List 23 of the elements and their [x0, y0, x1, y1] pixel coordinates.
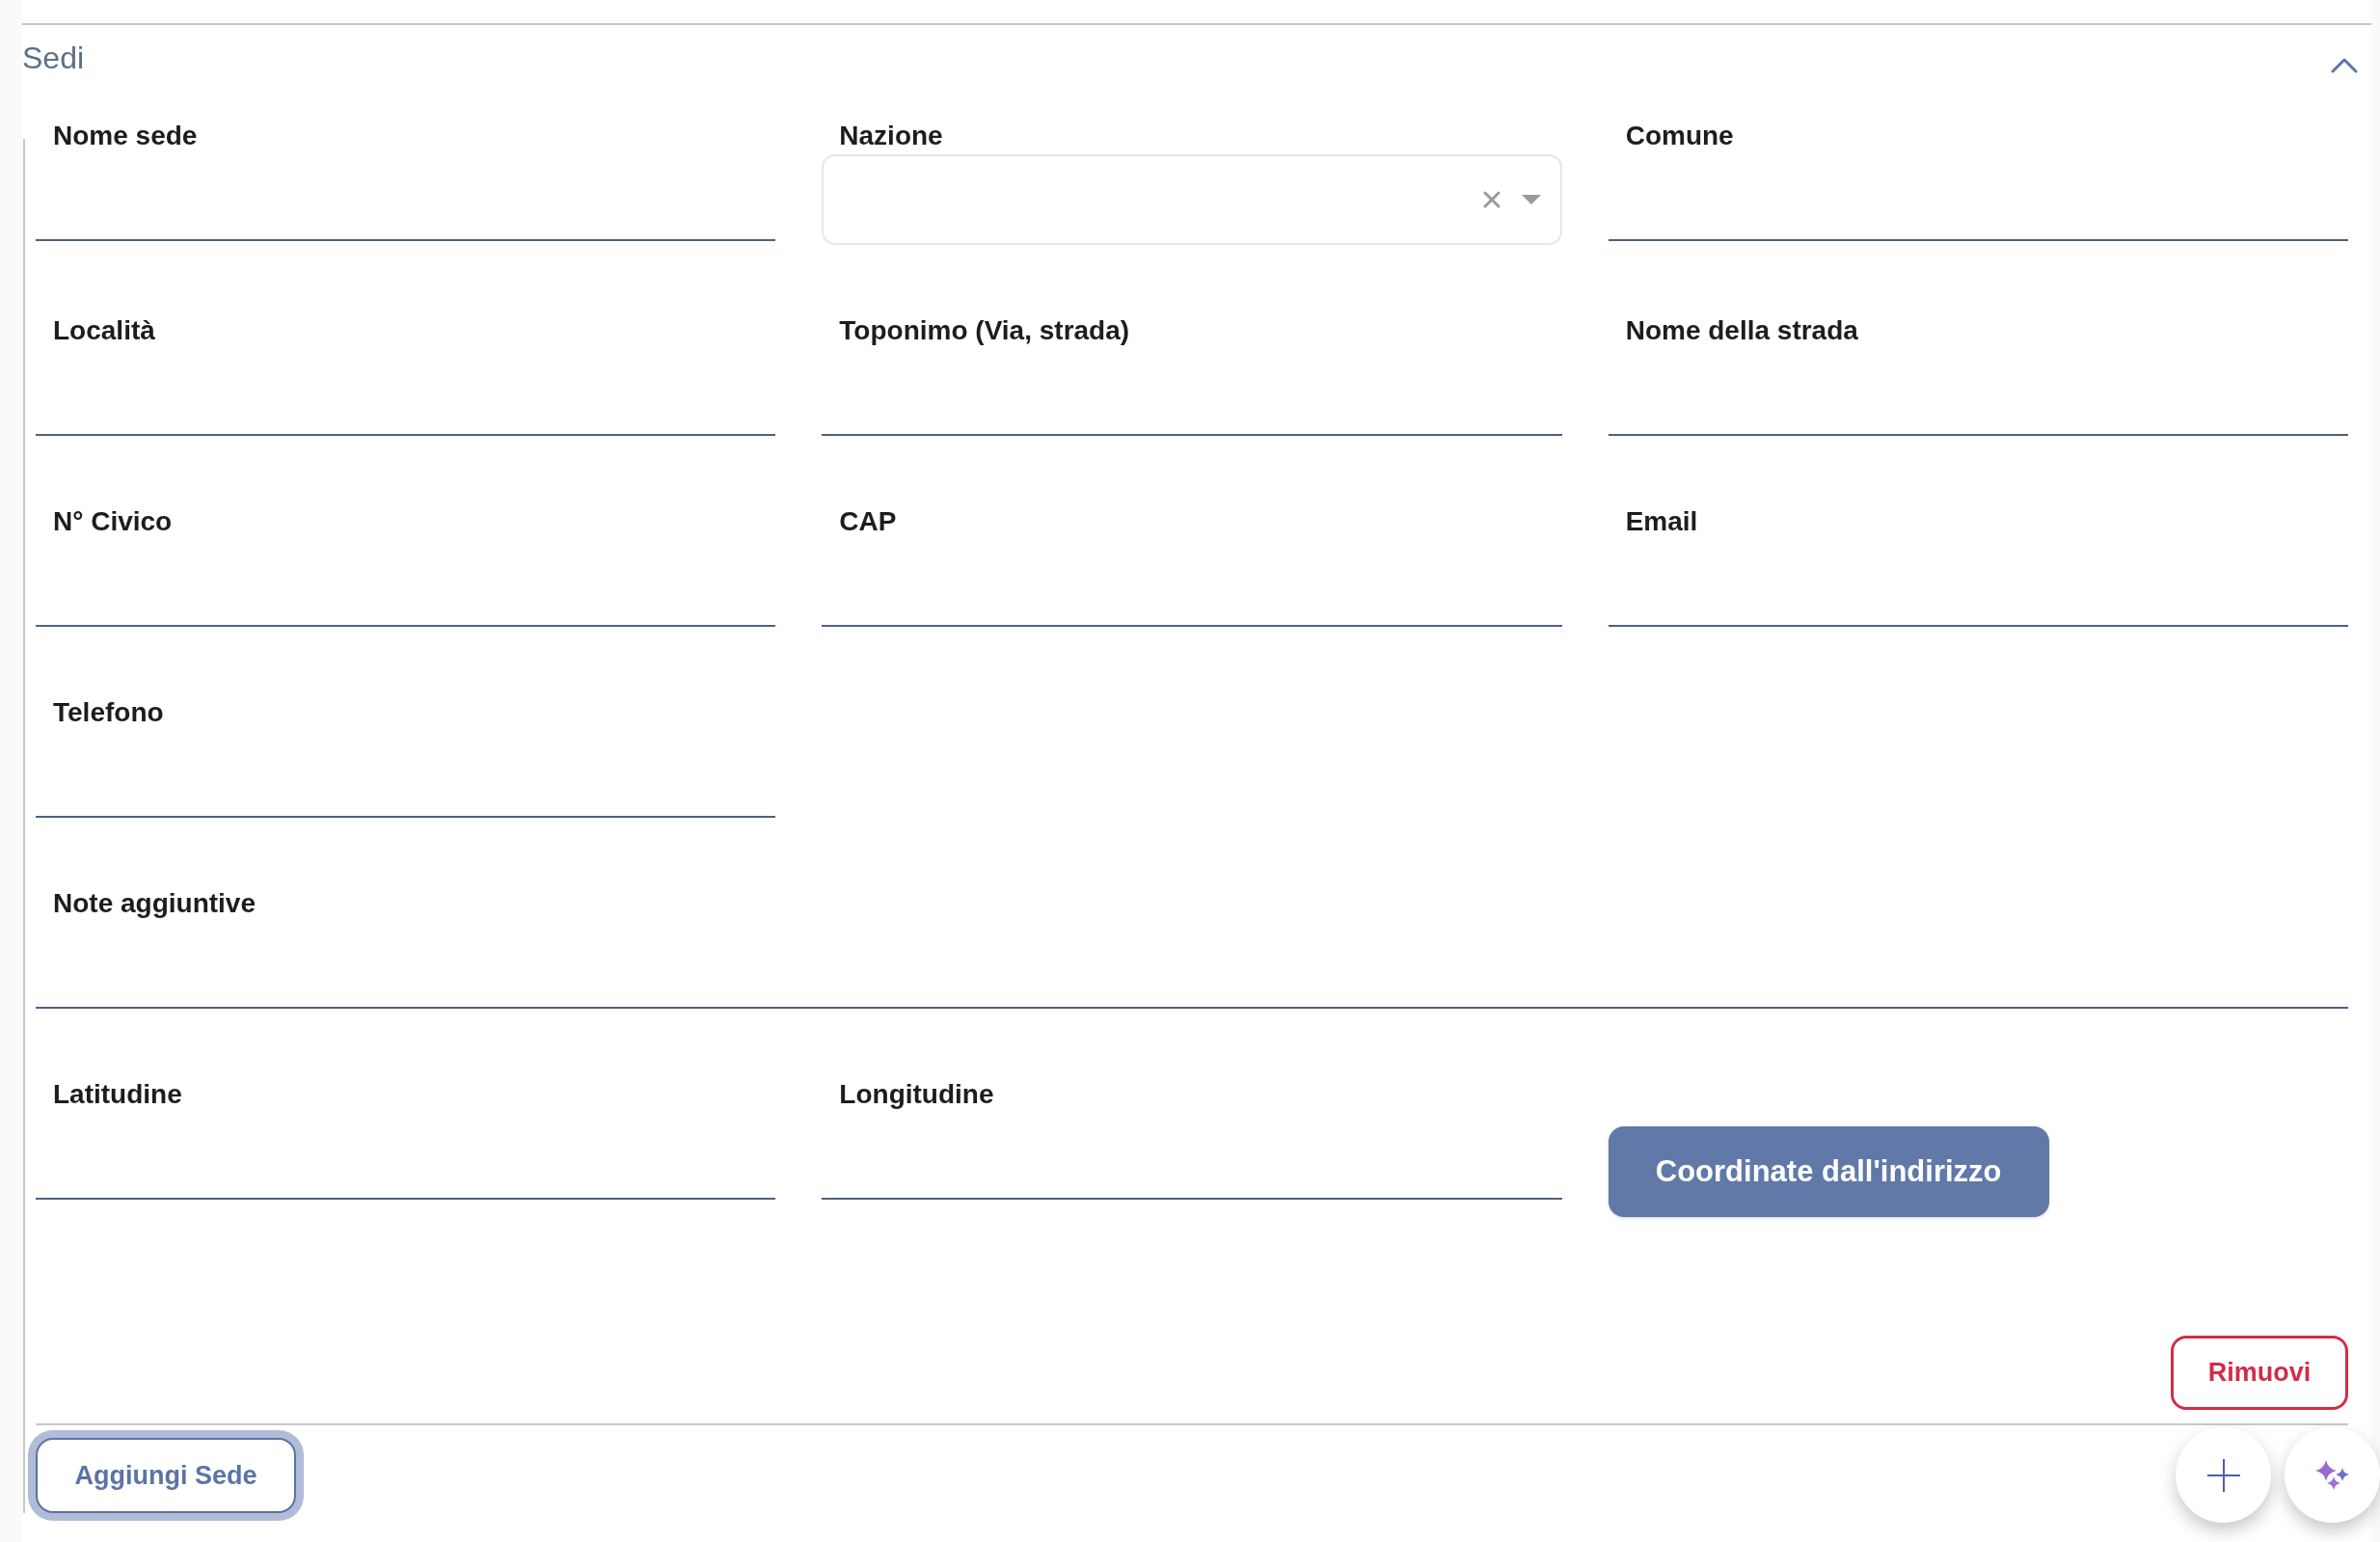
chevron-up-icon [2331, 58, 2358, 73]
collapse-toggle[interactable] [2331, 58, 2358, 73]
sparkle-icon [2314, 1459, 2350, 1491]
field-label: Nome sede [52, 120, 199, 152]
field-label: CAP [838, 505, 898, 538]
section-title: Sedi [22, 40, 85, 77]
remove-button[interactable]: Rimuovi [2171, 1336, 2348, 1410]
select-field[interactable] [822, 154, 1562, 245]
field-label: Telefono [52, 696, 165, 729]
field-label: Nazione [838, 120, 944, 152]
field-label: Comune [1624, 120, 1735, 152]
field-label: Latitudine [52, 1078, 183, 1111]
caret-icon [1521, 195, 1541, 204]
plus-icon [2206, 1458, 2240, 1492]
field-label: Località [52, 314, 156, 347]
coordinates-button[interactable]: Coordinate dall'indirizzo [1608, 1126, 2049, 1217]
field-label: Longitudine [838, 1078, 995, 1111]
field-label: Toponimo (Via, strada) [838, 314, 1131, 347]
field-label: Email [1624, 505, 1699, 538]
clear-icon[interactable] [1482, 191, 1501, 208]
field-label: Nome della strada [1624, 314, 1859, 347]
field-label: N° Civico [52, 505, 174, 538]
field-label: Note aggiuntive [52, 887, 257, 920]
